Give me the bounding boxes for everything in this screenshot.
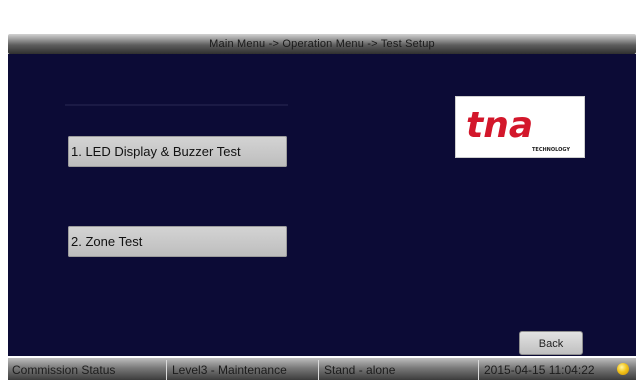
- divider: [65, 104, 288, 106]
- zone-test-button[interactable]: 2. Zone Test: [68, 226, 287, 257]
- access-level-status: Level3 - Maintenance: [172, 363, 287, 377]
- tna-logo: tna TECHNOLOGY: [455, 96, 585, 158]
- status-indicator-light-icon: [617, 363, 629, 375]
- status-divider: [166, 360, 167, 380]
- commission-status[interactable]: Commission Status: [8, 358, 166, 380]
- tna-logo-graphic: tna TECHNOLOGY: [466, 105, 570, 153]
- logo-brand-text: tna: [466, 105, 533, 146]
- logo-tagline: TECHNOLOGY: [532, 147, 570, 153]
- screen: Main Menu -> Operation Menu -> Test Setu…: [0, 0, 644, 380]
- back-button[interactable]: Back: [519, 331, 583, 355]
- status-bar: Commission Status Level3 - Maintenance S…: [8, 358, 636, 380]
- led-display-buzzer-test-button[interactable]: 1. LED Display & Buzzer Test: [68, 136, 287, 167]
- operation-mode-status: Stand - alone: [324, 363, 396, 377]
- datetime-status: 2015-04-15 11:04:22: [484, 363, 595, 377]
- status-divider: [318, 360, 319, 380]
- status-divider: [478, 360, 479, 380]
- top-caption-fragment: [0, 0, 644, 34]
- breadcrumb-title-bar: Main Menu -> Operation Menu -> Test Setu…: [8, 34, 636, 54]
